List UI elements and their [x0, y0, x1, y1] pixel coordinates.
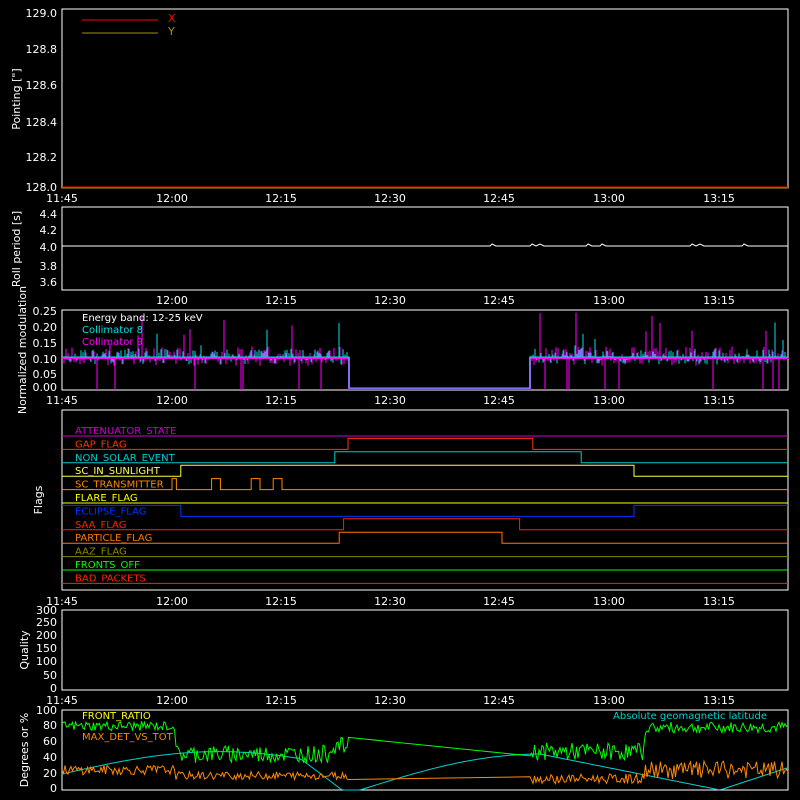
pointing-xtick-0: 11:45 — [46, 192, 78, 205]
flags-xtick-6: 13:15 — [703, 595, 735, 608]
flag-label-bad-packets: BAD_PACKETS — [75, 573, 146, 584]
pointing-ylabel: Pointing ["] — [10, 68, 23, 129]
flag-label-non-solar-event: NON_SOLAR_EVENT — [75, 453, 176, 464]
roll-y-ticks: 3.6 3.8 4.0 4.2 4.4 — [40, 208, 58, 289]
flags-xtick-4: 12:45 — [483, 595, 515, 608]
ratios-ytick-2: 40 — [43, 751, 57, 764]
quality-xtick-5: 13:00 — [593, 694, 625, 707]
modulation-ytick-1: 0.05 — [33, 368, 58, 381]
ratios-ytick-1: 20 — [43, 767, 57, 780]
ratios-ylabel: Degrees or % — [18, 713, 31, 787]
modulation-xtick-2: 12:15 — [265, 394, 297, 407]
flags-xtick-2: 12:15 — [265, 595, 297, 608]
quality-ytick-1: 50 — [43, 669, 57, 682]
quality-xtick-3: 12:30 — [374, 694, 406, 707]
legend-collimator8-label: Collimator 8 — [82, 325, 143, 336]
roll-ylabel: Roll period [s] — [10, 211, 23, 287]
pointing-xtick-6: 13:15 — [703, 192, 735, 205]
roll-ytick-0: 3.6 — [40, 276, 58, 289]
quality-ytick-3: 150 — [36, 642, 57, 655]
legend-latitude-label: Absolute geomagnetic latitude — [613, 711, 767, 722]
roll-xtick-5: 13:15 — [703, 294, 735, 307]
roll-xtick-0: 12:00 — [156, 294, 188, 307]
modulation-xtick-5: 13:00 — [593, 394, 625, 407]
flags-xtick-1: 12:00 — [156, 595, 188, 608]
quality-xtick-4: 12:45 — [483, 694, 515, 707]
ratios-ytick-5: 100 — [36, 704, 57, 717]
pointing-ytick-5: 129.0 — [26, 7, 58, 20]
quality-ytick-5: 250 — [36, 616, 57, 629]
modulation-ytick-0: 0.00 — [33, 381, 58, 394]
modulation-ytick-4: 0.20 — [33, 321, 58, 334]
flag-label-attenuator-state: ATTENUATOR_STATE — [75, 426, 176, 437]
pointing-xtick-1: 12:00 — [156, 192, 188, 205]
modulation-ylabel: Normalized modulation — [16, 286, 29, 414]
flag-label-eclipse-flag: ECLIPSE_FLAG — [75, 506, 146, 517]
pointing-ytick-1: 128.2 — [26, 151, 58, 164]
ratios-ytick-0: 0 — [50, 782, 57, 795]
pointing-ytick-3: 128.6 — [26, 79, 58, 92]
quality-ytick-6: 300 — [36, 604, 57, 617]
pointing-xtick-5: 13:00 — [593, 192, 625, 205]
quality-ytick-4: 200 — [36, 629, 57, 642]
legend-x-label: X — [168, 12, 176, 25]
flags-xtick-5: 13:00 — [593, 595, 625, 608]
pointing-xtick-3: 12:30 — [374, 192, 406, 205]
flag-label-sc-in-sunlight: SC_IN_SUNLIGHT — [75, 466, 161, 477]
legend-maxdet-label: MAX_DET_VS_TOT — [82, 732, 174, 743]
roll-ytick-2: 4.0 — [40, 241, 58, 254]
quality-ylabel: Quality — [18, 630, 31, 670]
roll-xtick-4: 13:00 — [593, 294, 625, 307]
quality-ytick-2: 100 — [36, 655, 57, 668]
ratios-ytick-3: 60 — [43, 735, 57, 748]
flag-label-saa-flag: SAA_FLAG — [75, 520, 126, 531]
quality-xtick-1: 12:00 — [156, 694, 188, 707]
summary-figure: 128.0 128.2 128.4 128.6 128.8 129.0 11:4… — [0, 0, 800, 800]
roll-ytick-3: 4.2 — [40, 224, 58, 237]
legend-collimator9-label: Collimator 9 — [82, 337, 143, 348]
flags-ylabel: Flags — [32, 485, 45, 514]
flag-label-fronts-off: FRONTS_OFF — [75, 560, 140, 571]
ratios-ytick-4: 80 — [43, 719, 57, 732]
pointing-ytick-4: 128.8 — [26, 43, 58, 56]
roll-xtick-3: 12:45 — [483, 294, 515, 307]
quality-xtick-2: 12:15 — [265, 694, 297, 707]
modulation-ytick-3: 0.15 — [33, 337, 58, 350]
roll-xtick-1: 12:15 — [265, 294, 297, 307]
modulation-xtick-4: 12:45 — [483, 394, 515, 407]
flag-label-aaz-flag: AAZ_FLAG — [75, 547, 127, 558]
modulation-xtick-6: 13:15 — [703, 394, 735, 407]
flags-xtick-3: 12:30 — [374, 595, 406, 608]
modulation-annotation: Energy band: 12-25 keV — [82, 313, 203, 324]
pointing-xtick-4: 12:45 — [483, 192, 515, 205]
roll-xtick-2: 12:30 — [374, 294, 406, 307]
flag-label-flare-flag: FLARE_FLAG — [75, 493, 138, 504]
modulation-xtick-3: 12:30 — [374, 394, 406, 407]
legend-front-ratio-label: FRONT_RATIO — [82, 711, 151, 722]
flag-label-particle-flag: PARTICLE_FLAG — [75, 533, 152, 544]
flag-label-sc-transmitter: SC_TRANSMITTER — [75, 480, 164, 491]
flag-label-gap-flag: GAP_FLAG — [75, 439, 127, 450]
modulation-ytick-2: 0.10 — [33, 353, 58, 366]
modulation-ytick-5: 0.25 — [33, 305, 58, 318]
roll-ytick-4: 4.4 — [40, 208, 58, 221]
legend-y-label: Y — [167, 25, 175, 38]
modulation-xtick-1: 12:00 — [156, 394, 188, 407]
pointing-xtick-2: 12:15 — [265, 192, 297, 205]
quality-xtick-6: 13:15 — [703, 694, 735, 707]
roll-ytick-1: 3.8 — [40, 260, 58, 273]
modulation-xtick-0: 11:45 — [46, 394, 78, 407]
pointing-ytick-2: 128.4 — [26, 116, 58, 129]
